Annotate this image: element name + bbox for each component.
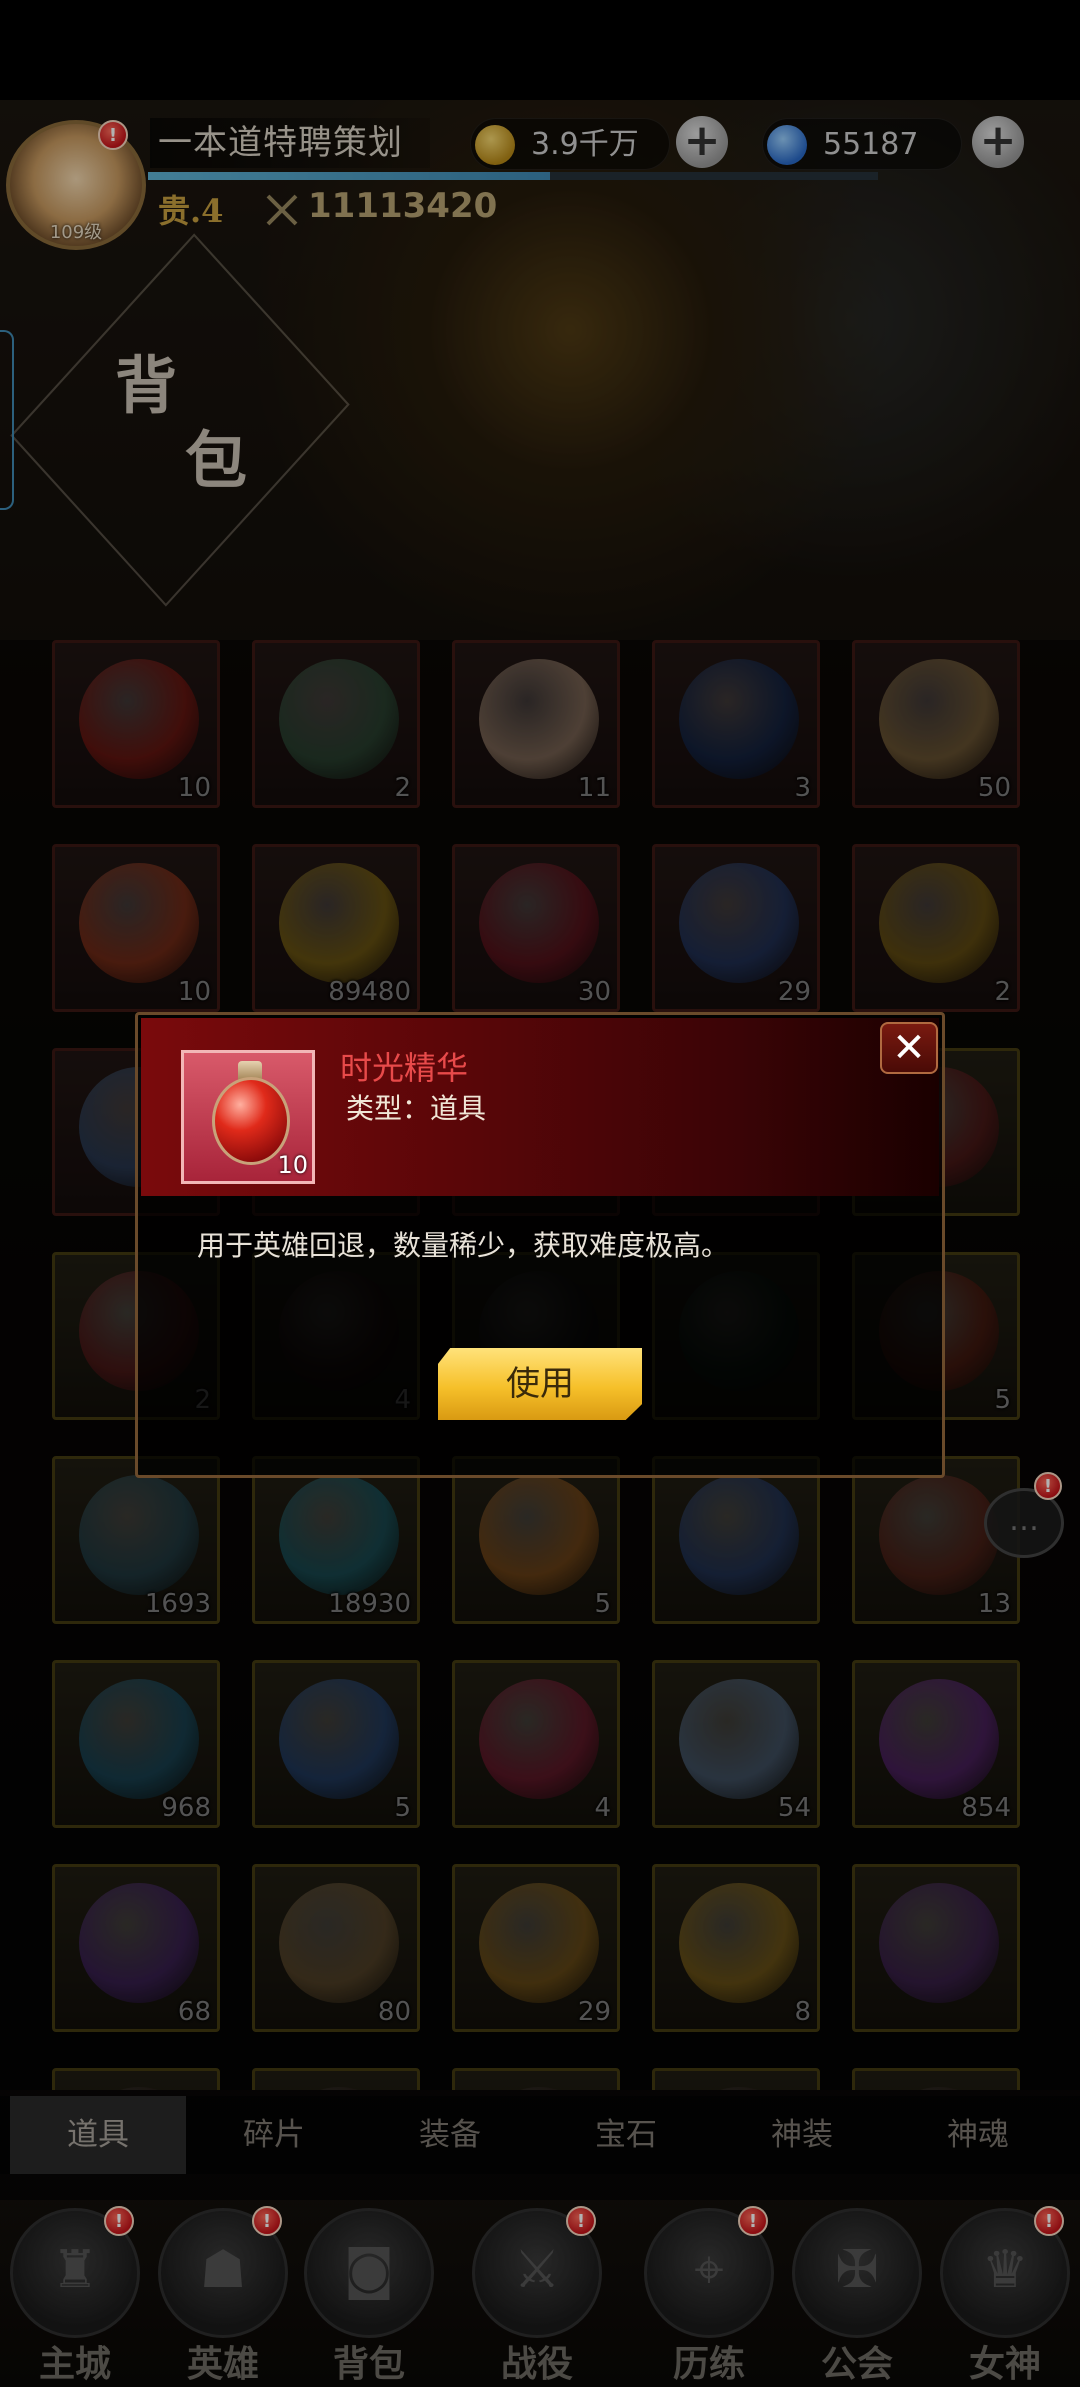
- item-name: 时光精华: [340, 1049, 469, 1087]
- item-type: 类型：道具: [346, 1092, 487, 1125]
- popup-header: 10: [141, 1018, 939, 1196]
- item-icon-time-essence: 10: [181, 1050, 315, 1184]
- status-bar: [0, 0, 1080, 100]
- item-description: 用于英雄回退，数量稀少，获取难度极高。: [197, 1229, 730, 1262]
- use-button[interactable]: 使用: [438, 1348, 642, 1420]
- item-quantity: 10: [277, 1151, 308, 1179]
- game-screen: 109级 ! 一本道特聘策划 贵.4 11113420 3.9千万 + 5518…: [0, 0, 1080, 2387]
- close-button[interactable]: ✕: [880, 1022, 938, 1074]
